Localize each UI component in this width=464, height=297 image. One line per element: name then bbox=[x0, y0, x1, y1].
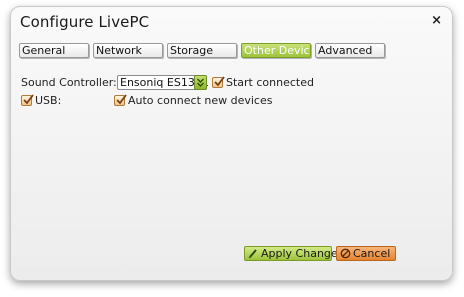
apply-changes-label: Apply Changes bbox=[261, 247, 344, 260]
sound-controller-label: Sound Controller: bbox=[21, 76, 117, 89]
checkmark-icon bbox=[23, 94, 34, 105]
checkmark-icon bbox=[214, 76, 225, 87]
tab-storage[interactable]: Storage bbox=[167, 43, 237, 58]
sound-controller-select[interactable]: Ensoniq ES1371 bbox=[117, 75, 209, 90]
tab-network[interactable]: Network bbox=[93, 43, 163, 58]
start-connected-label: Start connected bbox=[226, 76, 314, 89]
usb-checkbox[interactable] bbox=[21, 94, 34, 106]
cancel-button[interactable]: Cancel bbox=[336, 246, 396, 261]
configure-dialog: Configure LivePC × General Network Stora… bbox=[10, 6, 453, 281]
dialog-title: Configure LivePC bbox=[20, 13, 150, 31]
auto-connect-label: Auto connect new devices bbox=[128, 94, 273, 107]
tab-advanced[interactable]: Advanced bbox=[315, 43, 385, 58]
apply-changes-button[interactable]: Apply Changes bbox=[244, 246, 343, 262]
start-connected-checkbox[interactable] bbox=[212, 76, 225, 88]
cancel-icon bbox=[340, 248, 351, 262]
cancel-label: Cancel bbox=[353, 247, 391, 260]
pencil-icon bbox=[248, 248, 258, 262]
usb-label: USB: bbox=[35, 94, 62, 107]
tab-general[interactable]: General bbox=[19, 43, 89, 58]
auto-connect-checkbox[interactable] bbox=[114, 94, 127, 106]
tab-other-devices[interactable]: Other Devices bbox=[241, 43, 311, 58]
checkmark-icon bbox=[116, 94, 127, 105]
close-icon[interactable]: × bbox=[431, 14, 442, 28]
chevron-down-icon[interactable] bbox=[194, 75, 207, 90]
